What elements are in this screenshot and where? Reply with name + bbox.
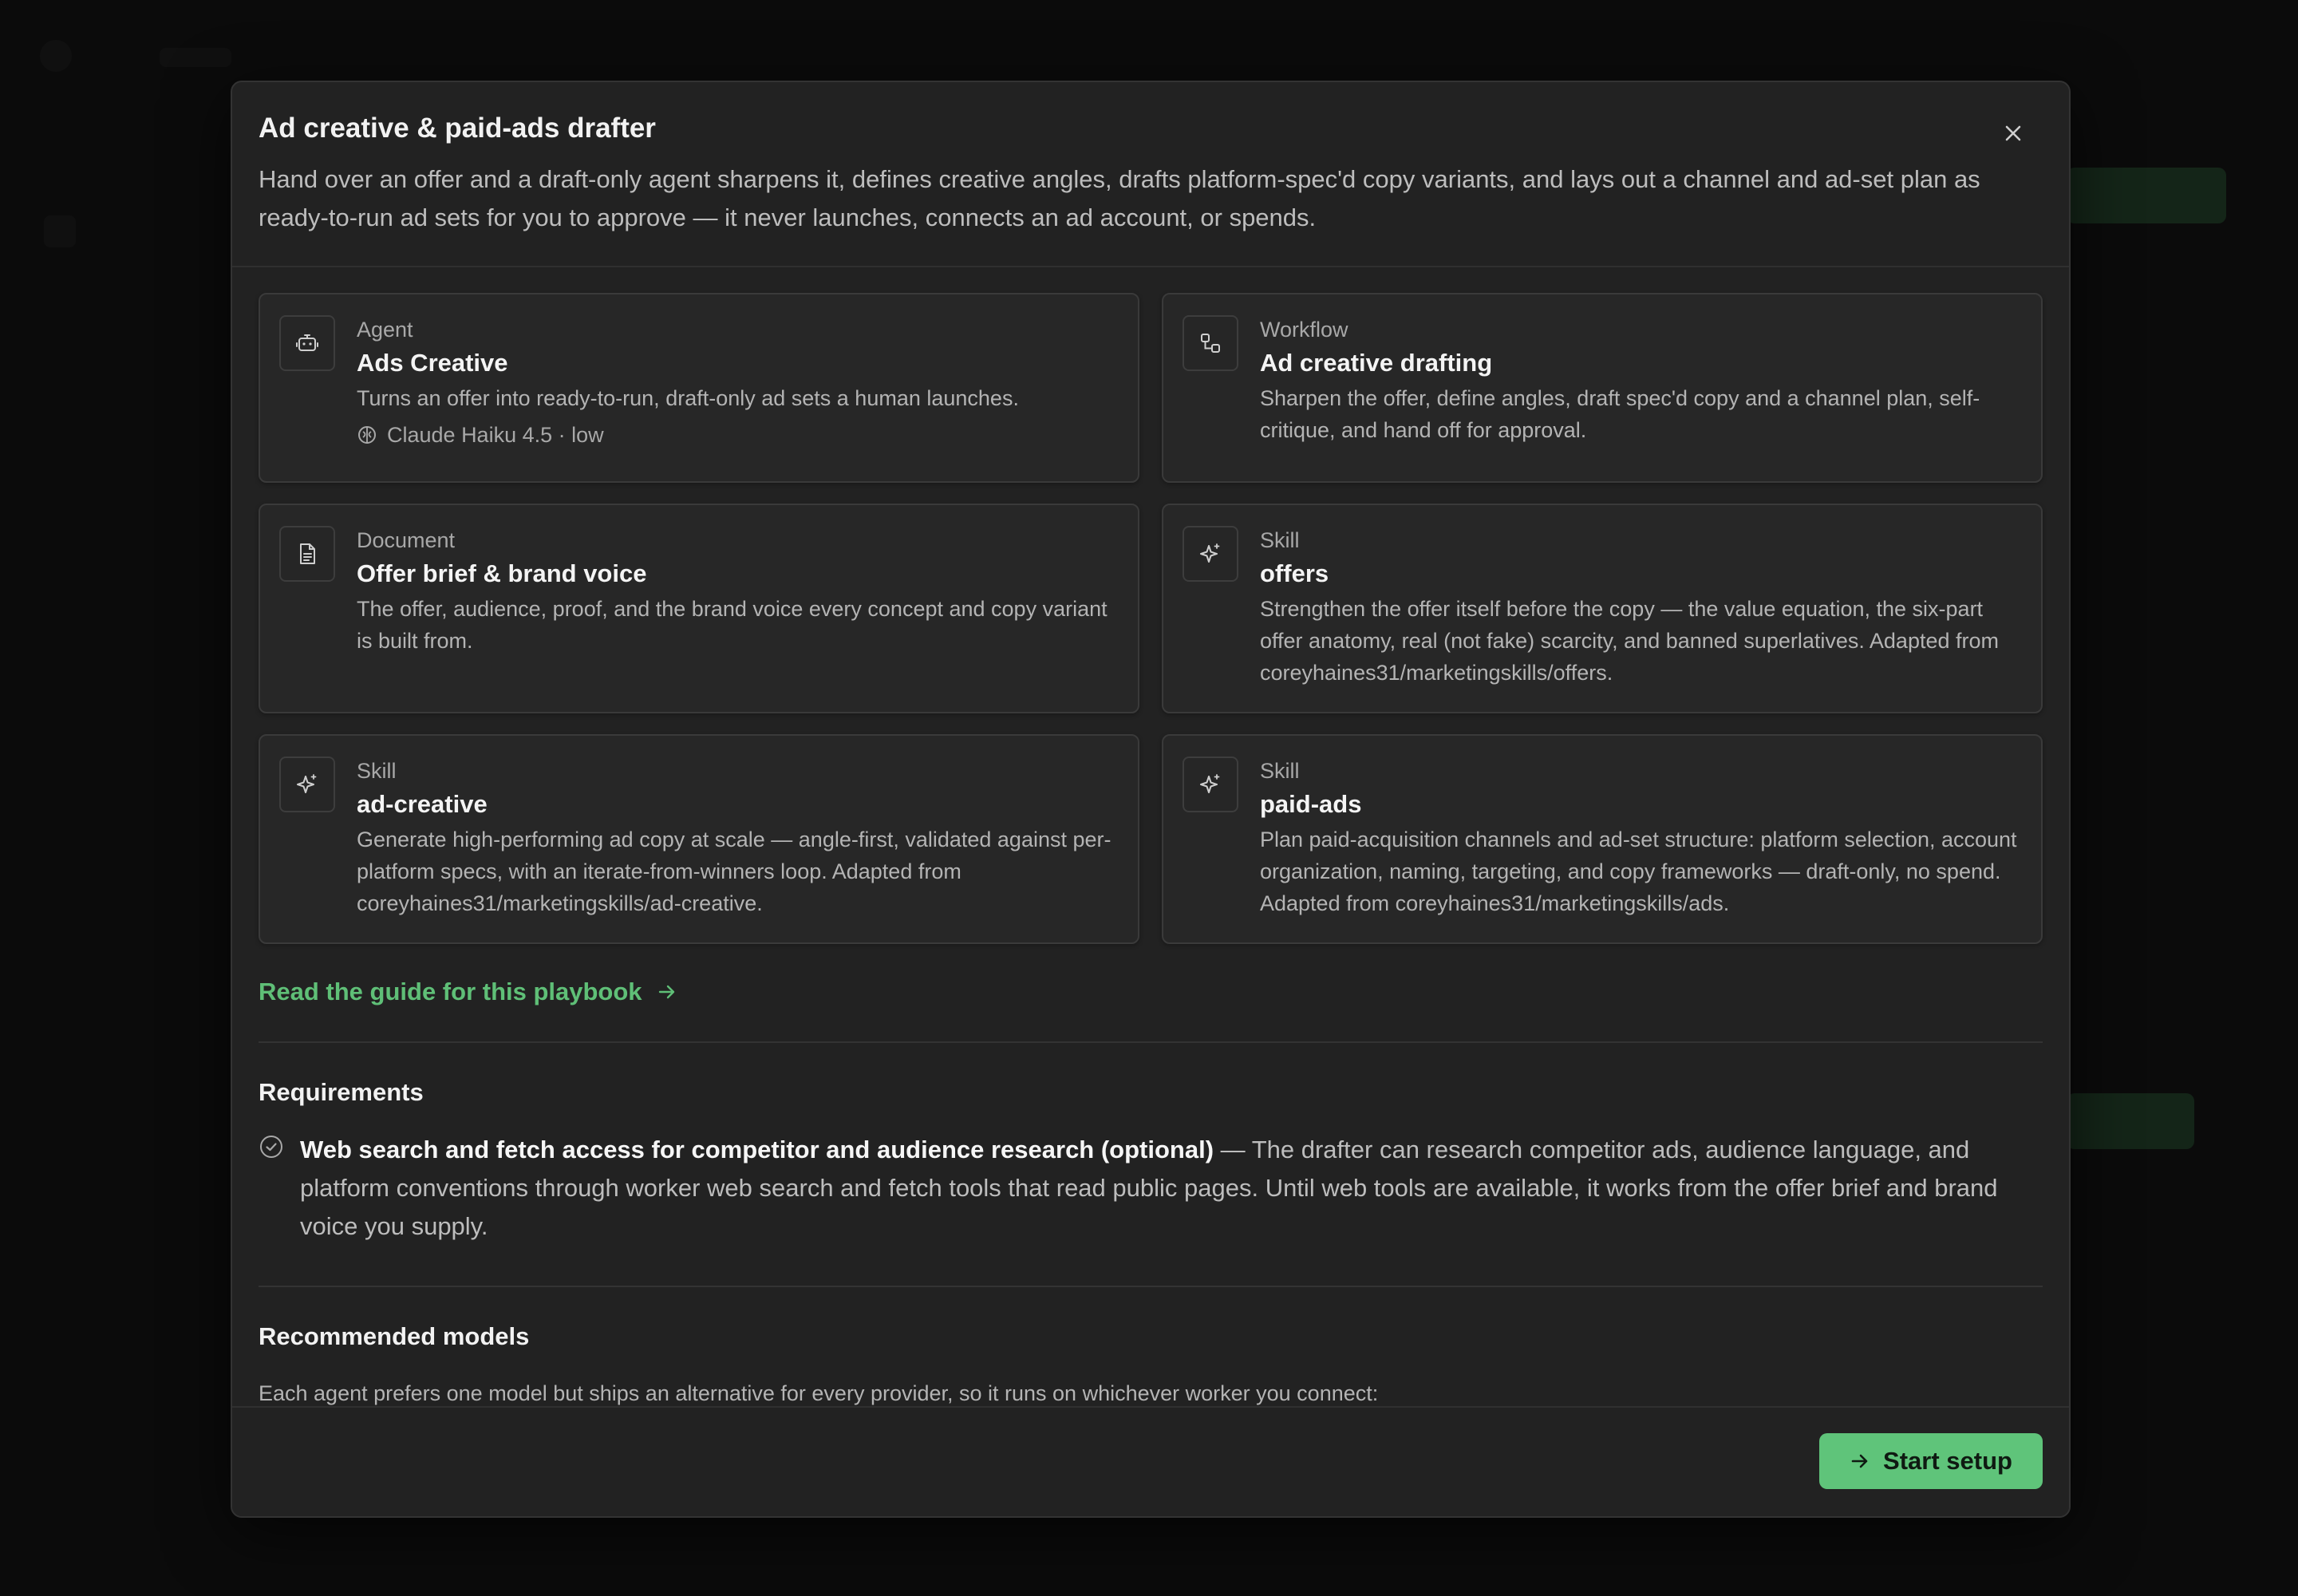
- card-description: Generate high-performing ad copy at scal…: [357, 828, 1111, 915]
- card-title: paid-ads: [1260, 790, 1362, 818]
- card-title: offers: [1260, 559, 1329, 587]
- card-kind: Skill: [1260, 759, 1300, 783]
- model-meta: Claude Haiku 4.5 · low: [357, 419, 1119, 451]
- card-skill-ad-creative[interactable]: Skill ad-creative Generate high-performi…: [259, 734, 1139, 944]
- card-title: Ads Creative: [357, 349, 508, 377]
- guide-link[interactable]: Read the guide for this playbook: [259, 978, 677, 1006]
- arrow-right-icon: [658, 985, 674, 999]
- card-kind: Document: [357, 528, 456, 552]
- card-kind: Skill: [357, 759, 397, 783]
- start-setup-button[interactable]: Start setup: [1819, 1433, 2043, 1489]
- requirements-title: Requirements: [259, 1078, 424, 1106]
- document-icon: [279, 526, 335, 582]
- dialog-description: Hand over an offer and a draft-only agen…: [259, 165, 1980, 231]
- models-section: Recommended models Each agent prefers on…: [259, 1322, 2043, 1406]
- card-workflow-ad-creative-drafting[interactable]: Workflow Ad creative drafting Sharpen th…: [1162, 293, 2043, 483]
- models-description: Each agent prefers one model but ships a…: [259, 1381, 1379, 1405]
- card-agent-ads-creative[interactable]: Agent Ads Creative Turns an offer into r…: [259, 293, 1139, 483]
- card-kind: Workflow: [1260, 318, 1348, 342]
- card-description: The offer, audience, proof, and the bran…: [357, 597, 1108, 653]
- card-description: Plan paid-acquisition channels and ad-se…: [1260, 828, 2017, 915]
- sparkles-icon: [279, 757, 335, 812]
- requirement-text: Web search and fetch access for competit…: [300, 1131, 2043, 1246]
- requirement-item: Web search and fetch access for competit…: [259, 1131, 2043, 1246]
- guide-link-label: Read the guide for this playbook: [259, 978, 642, 1005]
- model-label: Claude Haiku 4.5 · low: [387, 423, 604, 447]
- bot-icon: [279, 315, 335, 371]
- card-title: Ad creative drafting: [1260, 349, 1493, 377]
- requirement-title: Web search and fetch access for competit…: [300, 1136, 1214, 1163]
- dialog-header: Ad creative & paid-ads drafter Hand over…: [232, 82, 2069, 267]
- section-divider: [259, 1286, 2043, 1287]
- dialog-body: Agent Ads Creative Turns an offer into r…: [259, 293, 2043, 1406]
- close-icon: [2005, 125, 2021, 141]
- card-title: Offer brief & brand voice: [357, 559, 647, 587]
- card-description: Strengthen the offer itself before the c…: [1260, 597, 2000, 685]
- card-description: Turns an offer into ready-to-run, draft-…: [357, 386, 1019, 410]
- requirements-section: Requirements Web search and fetch access…: [259, 1078, 2043, 1246]
- brain-icon: [358, 426, 376, 444]
- models-title: Recommended models: [259, 1322, 530, 1350]
- dialog-footer: Start setup: [232, 1406, 2069, 1516]
- arrow-right-icon: [1851, 1454, 1868, 1468]
- sparkles-icon: [1183, 526, 1238, 582]
- close-button[interactable]: [1997, 117, 2029, 149]
- card-kind: Agent: [357, 318, 413, 342]
- component-grid: Agent Ads Creative Turns an offer into r…: [259, 293, 2043, 944]
- playbook-dialog: Ad creative & paid-ads drafter Hand over…: [231, 81, 2071, 1518]
- check-circle-icon: [260, 1136, 282, 1158]
- sparkles-icon: [1183, 757, 1238, 812]
- card-skill-paid-ads[interactable]: Skill paid-ads Plan paid-acquisition cha…: [1162, 734, 2043, 944]
- card-kind: Skill: [1260, 528, 1300, 552]
- start-setup-label: Start setup: [1883, 1447, 2012, 1475]
- workflow-icon: [1183, 315, 1238, 371]
- card-description: Sharpen the offer, define angles, draft …: [1260, 386, 1980, 442]
- card-skill-offers[interactable]: Skill offers Strengthen the offer itself…: [1162, 504, 2043, 713]
- section-divider: [259, 1041, 2043, 1043]
- card-title: ad-creative: [357, 790, 488, 818]
- card-document-offer-brief[interactable]: Document Offer brief & brand voice The o…: [259, 504, 1139, 713]
- dialog-title: Ad creative & paid-ads drafter: [259, 113, 656, 144]
